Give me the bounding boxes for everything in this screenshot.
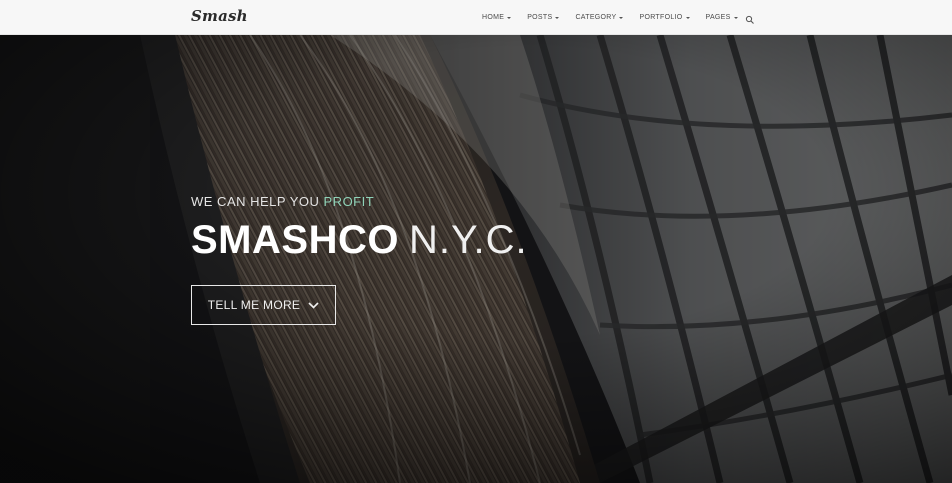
menu-item-label: POSTS xyxy=(527,14,553,21)
menu-item-label: HOME xyxy=(482,14,505,21)
caret-down-icon xyxy=(507,16,512,19)
cta-label: TELL ME MORE xyxy=(207,298,301,312)
chevron-down-icon xyxy=(308,301,319,309)
menu-item-category[interactable]: CATEGORY xyxy=(575,14,624,21)
hero-tagline: WE CAN HELP YOU PROFIT xyxy=(191,194,528,209)
caret-down-icon xyxy=(733,16,738,19)
tagline-accent: PROFIT xyxy=(323,194,375,209)
menu-item-label: PORTFOLIO xyxy=(639,14,683,21)
tagline-text: WE CAN HELP YOU xyxy=(191,194,320,209)
menu-item-label: CATEGORY xyxy=(575,14,617,21)
caret-down-icon xyxy=(555,16,560,19)
hero-content: WE CAN HELP YOU PROFIT SMASHCO N.Y.C. TEL… xyxy=(191,194,528,325)
menu-item-home[interactable]: HOME xyxy=(482,14,512,21)
navbar: Smash HOME POSTS CATEGORY PORTFOLIO PAGE… xyxy=(0,0,952,35)
caret-down-icon xyxy=(619,16,624,19)
menu-item-portfolio[interactable]: PORTFOLIO xyxy=(639,14,690,21)
menu-item-pages[interactable]: PAGES xyxy=(706,14,738,21)
tell-me-more-button[interactable]: TELL ME MORE xyxy=(191,285,336,325)
hero-title-bold: SMASHCO xyxy=(191,218,399,262)
hero-title: SMASHCO N.Y.C. xyxy=(191,218,528,271)
brand-logo[interactable]: Smash xyxy=(191,7,248,25)
hero-section: WE CAN HELP YOU PROFIT SMASHCO N.Y.C. TEL… xyxy=(0,35,952,483)
menu-item-posts[interactable]: POSTS xyxy=(527,14,560,21)
search-icon[interactable] xyxy=(745,12,755,24)
main-menu: HOME POSTS CATEGORY PORTFOLIO PAGES xyxy=(482,0,754,35)
caret-down-icon xyxy=(685,16,690,19)
hero-title-light: N.Y.C. xyxy=(408,218,528,262)
menu-item-label: PAGES xyxy=(705,14,731,21)
